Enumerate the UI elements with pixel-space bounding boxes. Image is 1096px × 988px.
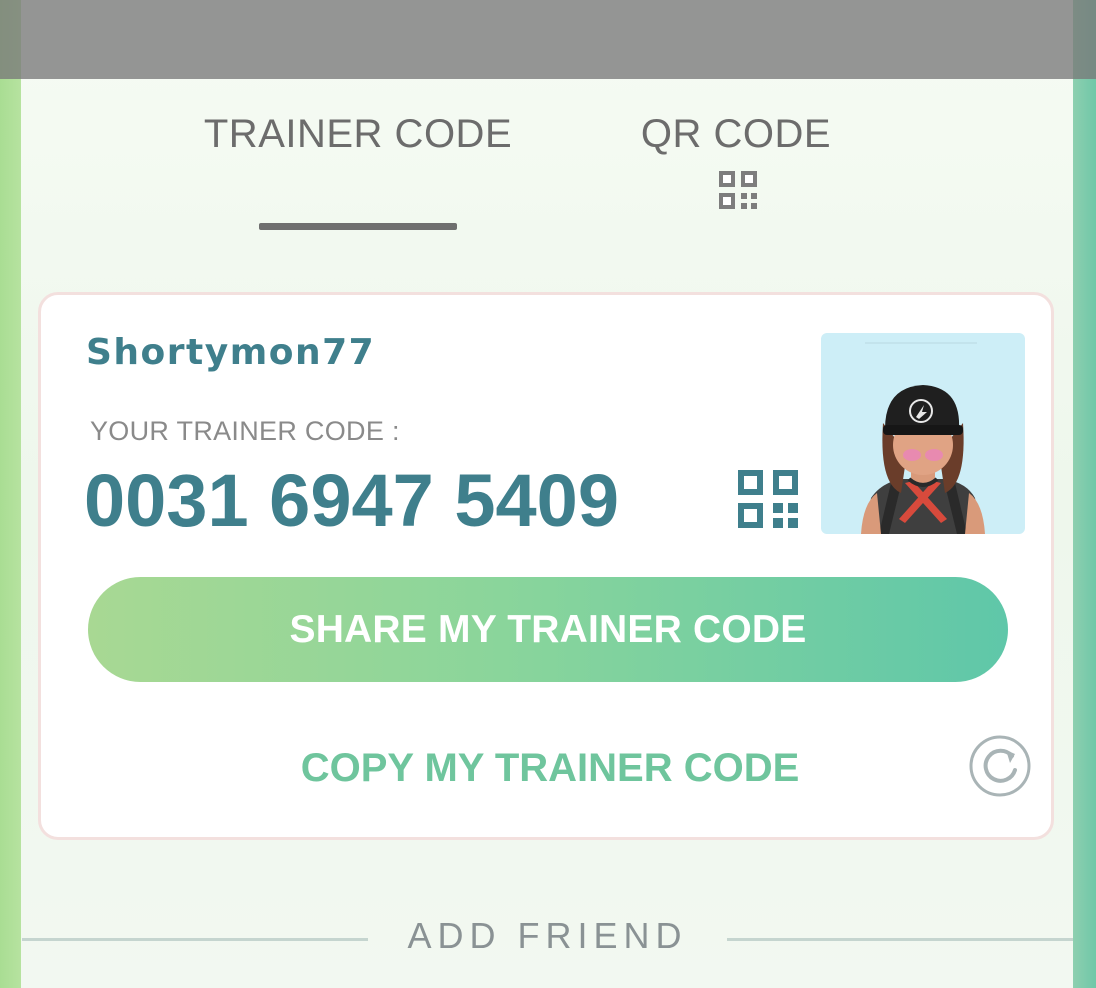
trainer-code-value: 0031 6947 5409 [84,459,619,542]
refresh-icon[interactable] [968,734,1032,798]
top-overlay [0,0,1096,79]
share-trainer-code-button[interactable]: SHARE MY TRAINER CODE [88,577,1008,682]
tab-trainer-code[interactable]: TRAINER CODE [198,112,518,232]
avatar-figure [861,342,985,534]
copy-trainer-code-button[interactable]: COPY MY TRAINER CODE [250,740,850,796]
tab-qr-code-label: QR CODE [640,112,832,156]
trainer-username: Shortymon77 [86,332,376,373]
tab-trainer-code-label: TRAINER CODE [203,112,513,156]
divider-right [727,938,1073,941]
divider-left [22,938,368,941]
qr-code-icon[interactable] [719,171,757,209]
trainer-code-label: YOUR TRAINER CODE : [90,416,400,446]
add-friend-heading: ADD FRIEND [407,915,688,956]
trainer-avatar [821,333,1025,534]
active-tab-indicator [259,223,457,230]
qr-code-icon[interactable] [738,470,798,528]
